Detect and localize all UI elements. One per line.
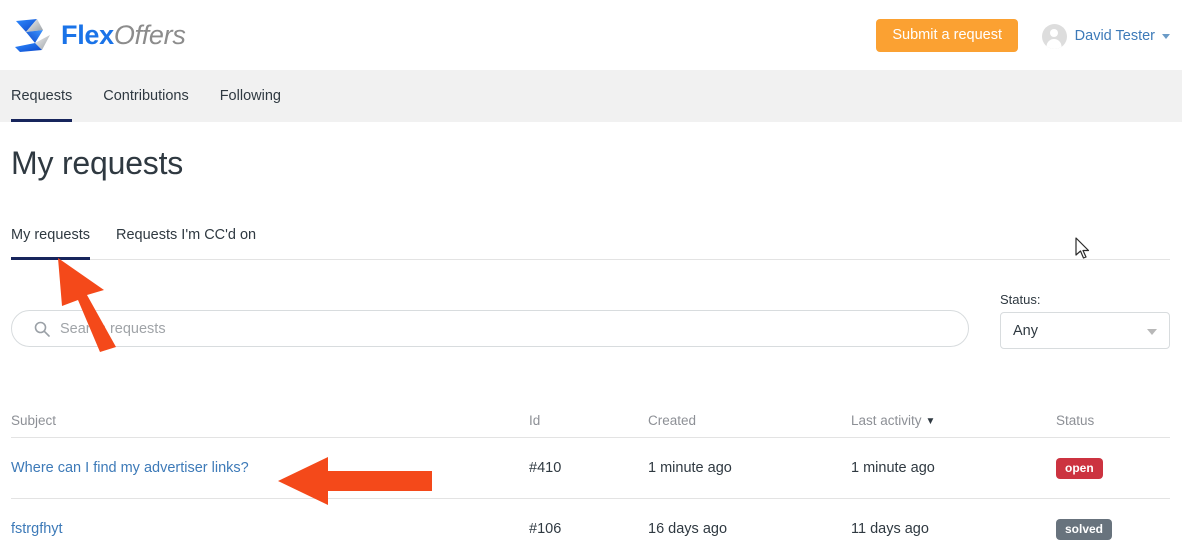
request-subject-link[interactable]: Where can I find my advertiser links? [11,460,249,476]
chevron-down-icon [1162,33,1170,39]
status-filter: Status: Any [1000,292,1170,349]
search-icon [34,321,50,337]
subtab-label: My requests [11,227,90,243]
subtab-my-requests[interactable]: My requests [11,222,90,260]
nav-item-label: Requests [11,88,73,104]
column-header-last-activity[interactable]: Last activity ▼ [851,413,1056,428]
column-header-status[interactable]: Status [1056,413,1170,428]
search-requests-box[interactable] [11,310,969,347]
nav-item-contributions[interactable]: Contributions [103,70,188,122]
request-subject-cell: fstrgfhyt [11,520,529,538]
user-menu[interactable]: David Tester [1041,22,1170,50]
page-root: FlexOffers Submit a request David Tester… [0,0,1182,540]
column-header-created[interactable]: Created [648,413,851,428]
logo-word-flex: Flex [61,19,114,50]
logo-wordmark: FlexOffers [61,19,186,50]
subtab-requests-im-ccd-on[interactable]: Requests I'm CC'd on [116,222,256,260]
status-badge: open [1056,457,1103,479]
status-filter-label: Status: [1000,292,1041,307]
request-subject-cell: Where can I find my advertiser links? [11,459,529,477]
request-subject-link[interactable]: fstrgfhyt [11,521,63,537]
request-created-cell: 16 days ago [648,521,728,537]
subtab-label: Requests I'm CC'd on [116,227,257,243]
request-subtabs: My requests Requests I'm CC'd on [0,222,1182,260]
column-header-subject[interactable]: Subject [11,413,529,428]
table-row[interactable]: Where can I find my advertiser links? #4… [11,438,1170,499]
request-status-cell: solved [1056,518,1170,540]
request-created-cell: 1 minute ago [648,460,732,476]
primary-nav-bar: Requests Contributions Following [0,70,1182,122]
request-status-cell: open [1056,457,1170,479]
flexoffers-logo-icon [15,19,50,52]
sort-descending-icon: ▼ [925,416,936,427]
table-row[interactable]: fstrgfhyt #106 16 days ago 11 days ago s… [11,499,1170,540]
chevron-down-icon [1147,328,1157,335]
status-select[interactable]: Any [1000,312,1170,349]
nav-item-label: Following [219,88,281,104]
page-title: My requests [11,145,184,181]
logo-word-offers: Offers [113,19,186,50]
status-badge: solved [1056,518,1113,540]
site-logo[interactable]: FlexOffers [11,12,186,58]
column-header-last-activity-label: Last activity [851,413,922,428]
nav-item-label: Contributions [103,88,189,104]
nav-item-requests[interactable]: Requests [11,70,73,122]
search-input[interactable] [60,316,920,341]
column-header-id[interactable]: Id [529,413,648,428]
request-id-cell: #106 [529,521,562,537]
user-avatar-icon [1041,23,1067,49]
site-header: FlexOffers Submit a request David Tester [0,0,1182,70]
request-last-activity-cell: 1 minute ago [851,460,935,476]
submit-a-request-button[interactable]: Submit a request [876,19,1018,52]
nav-item-following[interactable]: Following [220,70,281,122]
status-select-value: Any [1013,322,1038,339]
requests-table: Subject Id Created Last activity ▼ Status… [11,404,1170,540]
table-header-row: Subject Id Created Last activity ▼ Status [11,404,1170,438]
user-name-label: David Tester [1074,28,1155,44]
request-last-activity-cell: 11 days ago [851,521,929,537]
request-id-cell: #410 [529,460,562,476]
